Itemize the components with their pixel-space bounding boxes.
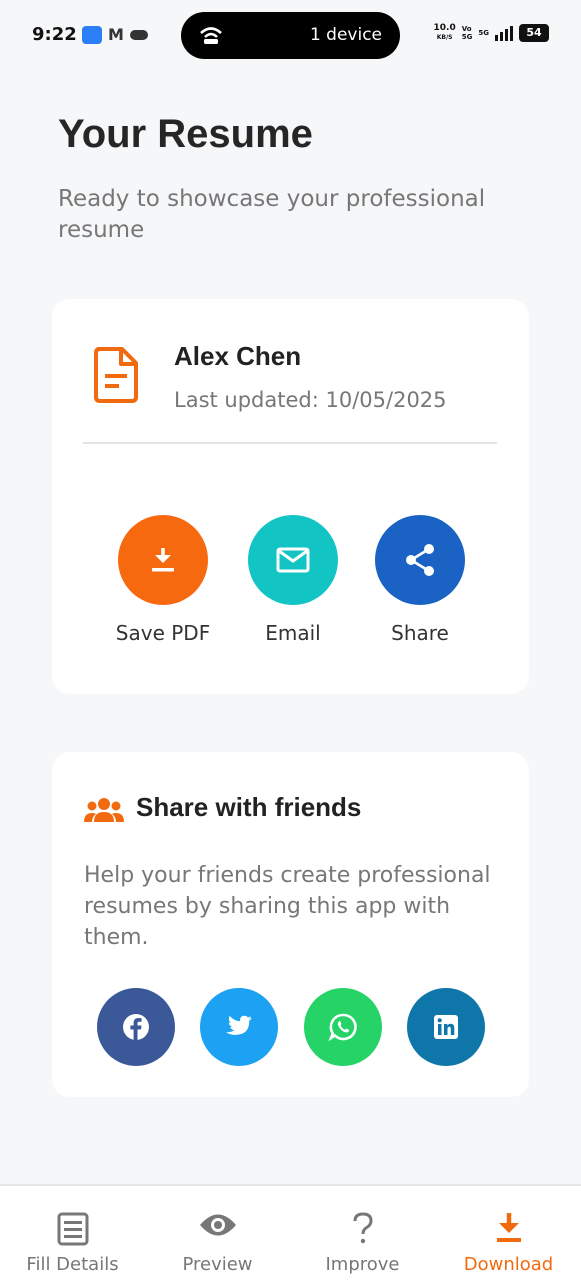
eye-icon: [199, 1214, 236, 1236]
save-pdf-button[interactable]: Save PDF: [113, 515, 213, 645]
share-circle[interactable]: [375, 515, 465, 605]
nav-label-improve: Improve: [325, 1254, 400, 1275]
nav-item-fill-details[interactable]: Fill Details: [0, 1186, 145, 1280]
facebook-icon: [123, 1014, 149, 1040]
page-title: Your Resume: [58, 112, 313, 156]
net-speed-value: 10.0: [433, 23, 456, 33]
app-notification-icon: [82, 25, 102, 44]
divider: [83, 442, 497, 444]
share-with-friends-card: Share with friends Help your friends cre…: [52, 752, 529, 1097]
download-icon: [152, 548, 174, 572]
facebook-share-button[interactable]: [97, 988, 175, 1066]
people-icon: [84, 798, 124, 822]
net-speed-unit: KB/S: [436, 34, 453, 41]
nav-label-download: Download: [463, 1254, 554, 1275]
linkedin-share-button[interactable]: [407, 988, 485, 1066]
share-title: Share with friends: [136, 792, 362, 822]
signal-icon: [495, 25, 513, 41]
form-icon: [57, 1212, 88, 1246]
linkedin-icon: [434, 1015, 458, 1039]
download-icon: [496, 1213, 521, 1242]
twitter-share-button[interactable]: [200, 988, 278, 1066]
cloud-icon: [129, 29, 148, 40]
save-pdf-circle[interactable]: [118, 515, 208, 605]
share-icon: [406, 544, 434, 576]
system-icons: 10.0 KB/S Vo 5G 5G 54: [434, 24, 549, 42]
nav-label-fill-details: Fill Details: [26, 1254, 119, 1275]
nav-item-download[interactable]: Download: [436, 1186, 581, 1280]
volte-network: 5G: [461, 33, 473, 41]
hotspot-pill[interactable]: 1 device: [181, 12, 400, 59]
volte-icon: Vo 5G: [462, 25, 473, 41]
document-icon: [94, 347, 138, 403]
volte-label: Vo: [461, 25, 472, 33]
bottom-nav: Fill Details Preview Improve Download: [0, 1184, 581, 1280]
gmail-icon: M: [108, 25, 124, 44]
status-time: 9:22: [32, 24, 77, 45]
page-subtitle: Ready to showcase your professional resu…: [58, 186, 486, 243]
resume-card: Alex Chen Last updated: 10/05/2025 Save …: [52, 299, 529, 694]
share-label: Share: [391, 621, 449, 645]
email-button[interactable]: Email: [243, 515, 343, 645]
hotspot-icon: [200, 27, 222, 44]
resume-last-updated: Last updated: 10/05/2025: [174, 388, 447, 412]
whatsapp-icon: [328, 1013, 357, 1042]
email-label: Email: [265, 621, 321, 645]
notification-icons: M: [82, 25, 148, 44]
share-button[interactable]: Share: [370, 515, 470, 645]
resume-name: Alex Chen: [174, 341, 302, 371]
mail-icon: [276, 547, 310, 573]
net-speed: 10.0 KB/S: [434, 24, 456, 42]
nav-item-improve[interactable]: Improve: [290, 1186, 435, 1280]
hotspot-device-count: 1 device: [309, 25, 382, 45]
question-icon: [353, 1212, 373, 1244]
twitter-icon: [226, 1015, 252, 1035]
battery-icon: 54: [519, 24, 549, 42]
nav-label-preview: Preview: [182, 1254, 253, 1275]
network-type: 5G: [478, 29, 489, 37]
share-description: Help your friends create professional re…: [84, 863, 491, 950]
nav-item-preview[interactable]: Preview: [145, 1186, 290, 1280]
status-bar: 9:22 M 1 device 10.0 KB/S Vo 5G 5G 54: [0, 0, 581, 70]
whatsapp-share-button[interactable]: [304, 988, 382, 1066]
save-pdf-label: Save PDF: [115, 621, 211, 645]
email-circle[interactable]: [248, 515, 338, 605]
